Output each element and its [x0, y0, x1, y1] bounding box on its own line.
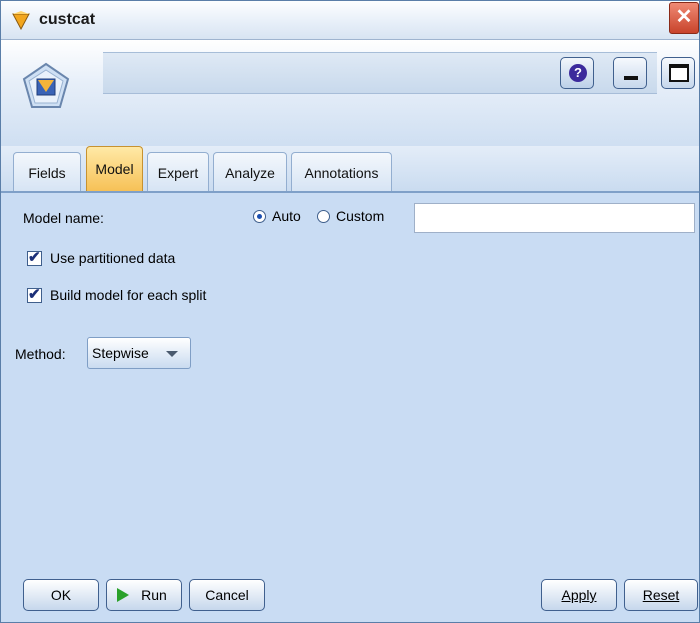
maximize-button[interactable]	[661, 57, 695, 89]
use-partitioned-checkbox[interactable]: ✔	[27, 249, 42, 266]
custom-radio[interactable]	[317, 210, 330, 223]
apply-button[interactable]: Apply	[541, 579, 617, 611]
auto-radio-label: Auto	[272, 208, 301, 224]
method-label: Method:	[15, 346, 66, 362]
use-partitioned-label: Use partitioned data	[50, 250, 176, 266]
build-each-split-checkbox[interactable]: ✔	[27, 286, 42, 303]
node-diamond-icon	[12, 11, 30, 30]
model-name-label: Model name:	[23, 210, 104, 226]
close-icon: ✕	[675, 6, 693, 28]
tab-annotations[interactable]: Annotations	[291, 152, 392, 192]
tab-model[interactable]: Model	[86, 146, 143, 192]
reset-label: Reset	[642, 587, 680, 603]
dialog-header: ?	[1, 40, 699, 146]
tab-fields[interactable]: Fields	[13, 152, 81, 192]
tab-label: Annotations	[304, 165, 379, 181]
checkmark-icon: ✔	[28, 249, 41, 266]
tab-analyze[interactable]: Analyze	[213, 152, 287, 192]
window-title: custcat	[39, 11, 96, 28]
cancel-button[interactable]: Cancel	[189, 579, 265, 611]
button-bar: OK Run Cancel Apply Reset	[1, 563, 699, 622]
auto-radio[interactable]	[253, 210, 266, 223]
ok-label: OK	[50, 587, 72, 603]
cancel-label: Cancel	[205, 587, 249, 603]
model-panel: Model name: Auto Custom ✔ Use partitione…	[1, 193, 699, 563]
reset-button[interactable]: Reset	[624, 579, 698, 611]
method-value: Stepwise	[92, 345, 149, 361]
custom-radio-label: Custom	[336, 208, 385, 224]
run-icon	[117, 588, 129, 602]
tab-label: Model	[95, 161, 134, 177]
run-button[interactable]: Run	[106, 579, 182, 611]
tab-expert[interactable]: Expert	[147, 152, 209, 192]
method-dropdown[interactable]: Stepwise	[87, 337, 191, 369]
tab-label: Expert	[157, 165, 199, 181]
custom-name-field[interactable]	[414, 203, 695, 233]
build-each-split-label: Build model for each split	[50, 287, 207, 303]
apply-label: Apply	[561, 587, 597, 603]
checkmark-icon: ✔	[28, 286, 41, 303]
custcat-dialog: custcat ✕ ? Fields Model Expert Analyze …	[0, 0, 700, 623]
minimize-button[interactable]	[613, 57, 647, 89]
model-node-icon	[22, 62, 70, 108]
close-button[interactable]: ✕	[669, 2, 699, 34]
minimize-icon	[624, 76, 638, 80]
ok-button[interactable]: OK	[23, 579, 99, 611]
help-button[interactable]: ?	[560, 57, 594, 89]
title-bar[interactable]: custcat ✕	[1, 1, 699, 40]
tab-label: Fields	[28, 165, 66, 181]
maximize-icon	[669, 64, 689, 82]
help-icon: ?	[569, 64, 587, 82]
tab-strip: Fields Model Expert Analyze Annotations	[1, 146, 699, 192]
tab-label: Analyze	[225, 165, 275, 181]
chevron-down-icon	[166, 351, 178, 357]
